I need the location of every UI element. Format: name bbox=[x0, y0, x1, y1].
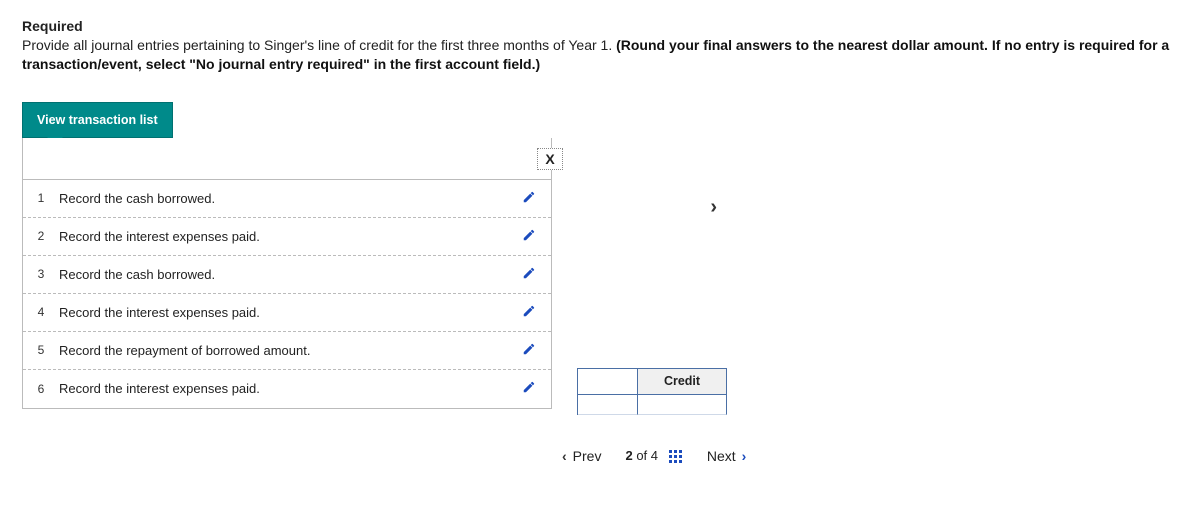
next-label: Next bbox=[707, 448, 736, 464]
pencil-icon[interactable] bbox=[507, 266, 551, 283]
view-transaction-list-tab[interactable]: View transaction list bbox=[22, 102, 173, 138]
page-of: of bbox=[636, 448, 647, 463]
entry-header-col1 bbox=[578, 369, 638, 395]
pager: ‹ Prev 2 of 4 Next › bbox=[562, 448, 746, 464]
grid-icon[interactable] bbox=[669, 450, 683, 464]
pencil-icon[interactable] bbox=[507, 304, 551, 321]
transaction-row[interactable]: 2 Record the interest expenses paid. bbox=[23, 218, 551, 256]
required-body: Provide all journal entries pertaining t… bbox=[22, 36, 1178, 74]
chevron-left-icon: ‹ bbox=[562, 448, 567, 464]
transaction-number: 1 bbox=[23, 191, 59, 205]
pencil-icon[interactable] bbox=[507, 342, 551, 359]
transaction-row[interactable]: 5 Record the repayment of borrowed amoun… bbox=[23, 332, 551, 370]
entry-header-credit: Credit bbox=[638, 369, 727, 395]
page-current: 2 bbox=[625, 448, 632, 463]
page-total: 4 bbox=[651, 448, 658, 463]
entry-cell[interactable] bbox=[578, 395, 638, 415]
transaction-desc: Record the repayment of borrowed amount. bbox=[59, 343, 507, 358]
transaction-list-header-blank bbox=[23, 138, 551, 180]
pencil-icon[interactable] bbox=[507, 190, 551, 207]
entry-blank-area: › bbox=[577, 138, 727, 368]
transaction-number: 2 bbox=[23, 229, 59, 243]
entry-grid: Credit bbox=[577, 368, 727, 415]
transaction-desc: Record the interest expenses paid. bbox=[59, 305, 507, 320]
required-heading: Required bbox=[22, 18, 1178, 34]
transaction-desc: Record the cash borrowed. bbox=[59, 267, 507, 282]
transaction-number: 3 bbox=[23, 267, 59, 281]
required-body-plain: Provide all journal entries pertaining t… bbox=[22, 37, 616, 53]
transaction-row[interactable]: 4 Record the interest expenses paid. bbox=[23, 294, 551, 332]
prev-button[interactable]: ‹ Prev bbox=[562, 448, 601, 464]
entry-cell[interactable] bbox=[638, 395, 727, 415]
transaction-number: 5 bbox=[23, 343, 59, 357]
transaction-desc: Record the interest expenses paid. bbox=[59, 229, 507, 244]
prev-label: Prev bbox=[573, 448, 602, 464]
transaction-list-panel: 1 Record the cash borrowed. 2 Record the… bbox=[22, 138, 552, 409]
chevron-right-icon: › bbox=[742, 448, 747, 464]
pencil-icon[interactable] bbox=[507, 228, 551, 245]
transaction-desc: Record the interest expenses paid. bbox=[59, 381, 507, 396]
journal-entry-panel: › Credit bbox=[577, 138, 727, 415]
next-button[interactable]: Next › bbox=[707, 448, 746, 464]
transaction-desc: Record the cash borrowed. bbox=[59, 191, 507, 206]
chevron-right-icon[interactable]: › bbox=[710, 196, 717, 219]
page-counter: 2 of 4 bbox=[625, 448, 682, 464]
transaction-row[interactable]: 3 Record the cash borrowed. bbox=[23, 256, 551, 294]
transaction-number: 6 bbox=[23, 382, 59, 396]
close-icon[interactable]: X bbox=[537, 148, 563, 170]
transaction-row[interactable]: 1 Record the cash borrowed. bbox=[23, 180, 551, 218]
pencil-icon[interactable] bbox=[507, 380, 551, 397]
transaction-number: 4 bbox=[23, 305, 59, 319]
transaction-row[interactable]: 6 Record the interest expenses paid. bbox=[23, 370, 551, 408]
